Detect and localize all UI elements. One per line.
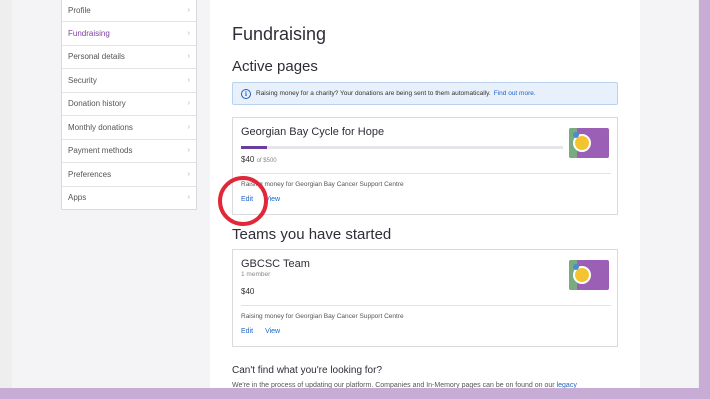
fundraising-progress-bar [241, 146, 563, 149]
sidebar-item-label: Profile [68, 6, 91, 15]
view-team-link[interactable]: View [265, 328, 280, 335]
account-sidebar: Profile › Fundraising › Personal details › Sec… [61, 0, 197, 210]
team-card-cause: Raising money for Georgian Bay Cancer Su… [241, 313, 404, 320]
page-title: Fundraising [232, 24, 327, 44]
chevron-right-icon: › [187, 147, 190, 155]
raised-value: $40 [241, 155, 255, 164]
sidebar-item-label: Preferences [68, 169, 112, 179]
sidebar-item-label: Apps [68, 193, 87, 203]
card-divider [241, 173, 611, 174]
highlight-circle-annotation [218, 176, 268, 226]
charity-logo-thumbnail [569, 128, 609, 158]
chevron-right-icon: › [187, 123, 190, 131]
chevron-right-icon: › [187, 170, 190, 178]
team-card: GBCSC Team 1 member $40 Raising money fo… [232, 249, 618, 347]
sidebar-item-apps[interactable]: Apps › [62, 185, 196, 210]
frame-border-right [699, 0, 710, 399]
sidebar-item-label: Personal details [68, 52, 125, 62]
team-card-title[interactable]: GBCSC Team [241, 258, 310, 270]
active-pages-heading: Active pages [232, 58, 318, 75]
teams-heading: Teams you have started [232, 226, 392, 243]
page-card-title[interactable]: Georgian Bay Cycle for Hope [241, 126, 384, 138]
team-member-count: 1 member [241, 271, 271, 278]
sidebar-item-label: Donation history [68, 99, 126, 109]
fundraising-page-card: Georgian Bay Cycle for Hope $40 of $500 … [232, 117, 618, 215]
chevron-right-icon: › [187, 194, 190, 202]
sidebar-item-donation-history[interactable]: Donation history › [62, 91, 196, 116]
chevron-right-icon: › [187, 7, 190, 14]
info-icon: i [241, 88, 251, 99]
team-card-actions: Edit View [241, 328, 280, 335]
sidebar-item-preferences[interactable]: Preferences › [62, 162, 196, 186]
sidebar-item-security[interactable]: Security › [62, 68, 196, 92]
sidebar-item-payment-methods[interactable]: Payment methods › [62, 138, 196, 163]
sidebar-item-fundraising[interactable]: Fundraising › [62, 21, 196, 45]
charity-notice: i Raising money for a charity? Your dona… [232, 82, 618, 105]
sidebar-item-monthly-donations[interactable]: Monthly donations › [62, 115, 196, 139]
raised-amount: $40 of $500 [241, 155, 277, 164]
frame-border-bottom [0, 388, 710, 399]
target-value: of $500 [256, 158, 277, 164]
team-raised-amount: $40 [241, 287, 255, 296]
card-divider [241, 305, 611, 306]
edit-team-link[interactable]: Edit [241, 328, 253, 335]
sidebar-item-label: Fundraising [68, 28, 110, 38]
sidebar-item-personal-details[interactable]: Personal details › [62, 44, 196, 69]
sidebar-item-label: Monthly donations [68, 122, 133, 132]
chevron-right-icon: › [187, 76, 190, 84]
help-heading: Can't find what you're looking for? [232, 365, 383, 376]
sidebar-item-profile[interactable]: Profile › [62, 0, 196, 21]
sidebar-item-label: Security [68, 75, 97, 85]
page-card-cause: Raising money for Georgian Bay Cancer Su… [241, 181, 404, 188]
chevron-right-icon: › [187, 100, 190, 108]
team-logo-thumbnail [569, 260, 609, 290]
chevron-right-icon: › [187, 29, 190, 37]
find-out-more-link[interactable]: Find out more. [494, 90, 536, 97]
sidebar-item-label: Payment methods [68, 146, 133, 156]
progress-fill [241, 146, 267, 149]
chevron-right-icon: › [187, 53, 190, 61]
notice-text: Raising money for a charity? Your donati… [256, 90, 491, 97]
